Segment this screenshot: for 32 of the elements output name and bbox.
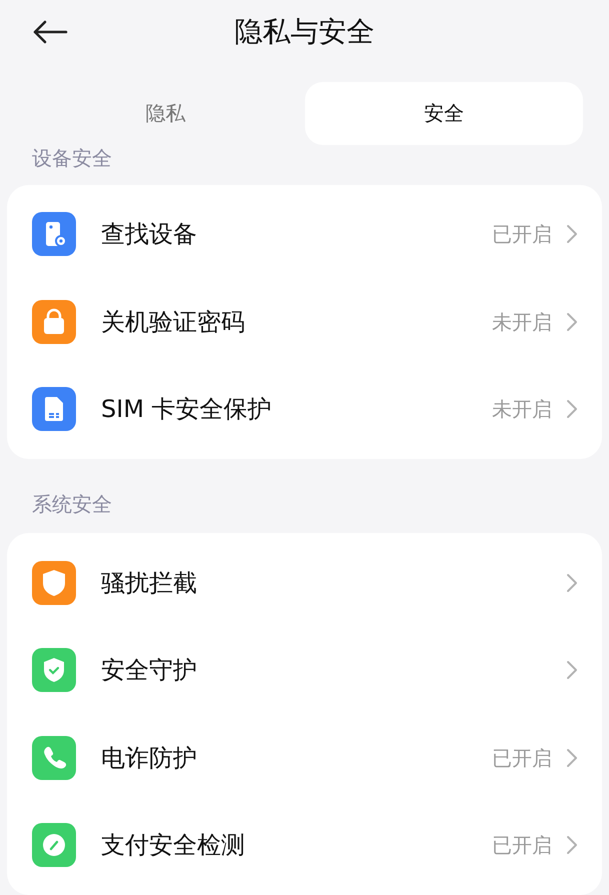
chevron-right-icon — [566, 748, 578, 768]
section-header: 设备安全 — [32, 146, 112, 170]
chevron-right-icon — [566, 399, 578, 420]
tab[interactable]: 安全 — [304, 82, 583, 144]
status-text: 已开启 — [492, 832, 552, 860]
status-text: 已开启 — [492, 221, 552, 248]
row-label: 支付安全检测 — [101, 830, 246, 862]
page-title: 隐私与安全 — [234, 14, 374, 50]
settings-row[interactable]: 骚扰拦截 — [7, 539, 602, 626]
status-text: 未开启 — [492, 396, 552, 424]
back-arrow-icon[interactable] — [32, 20, 68, 44]
settings-row[interactable]: 支付安全检测 已开启 — [7, 802, 602, 889]
settings-row[interactable]: 安全守护 — [7, 626, 602, 714]
row-label: 查找设备 — [101, 219, 198, 250]
section-header: 系统安全 — [32, 492, 112, 516]
chevron-right-icon — [566, 312, 578, 332]
tab[interactable]: 隐私 — [26, 82, 304, 144]
row-label: 安全守护 — [101, 655, 198, 686]
status-text: 已开启 — [492, 744, 552, 772]
row-label: 骚扰拦截 — [101, 568, 198, 599]
row-label: 关机验证密码 — [101, 306, 246, 338]
settings-row[interactable]: SIM 卡安全保护 未开启 — [7, 366, 602, 453]
settings-row[interactable]: 关机验证密码 未开启 — [7, 278, 602, 366]
status-text: 未开启 — [492, 308, 552, 336]
chevron-right-icon — [566, 224, 578, 244]
chevron-right-icon — [566, 835, 578, 856]
chevron-right-icon — [566, 572, 578, 593]
row-label: SIM 卡安全保护 — [101, 394, 273, 426]
settings-row[interactable]: 电诈防护 已开启 — [7, 714, 602, 802]
chevron-right-icon — [566, 660, 578, 680]
settings-row[interactable]: 查找设备 已开启 — [7, 190, 602, 278]
row-label: 电诈防护 — [101, 742, 198, 774]
